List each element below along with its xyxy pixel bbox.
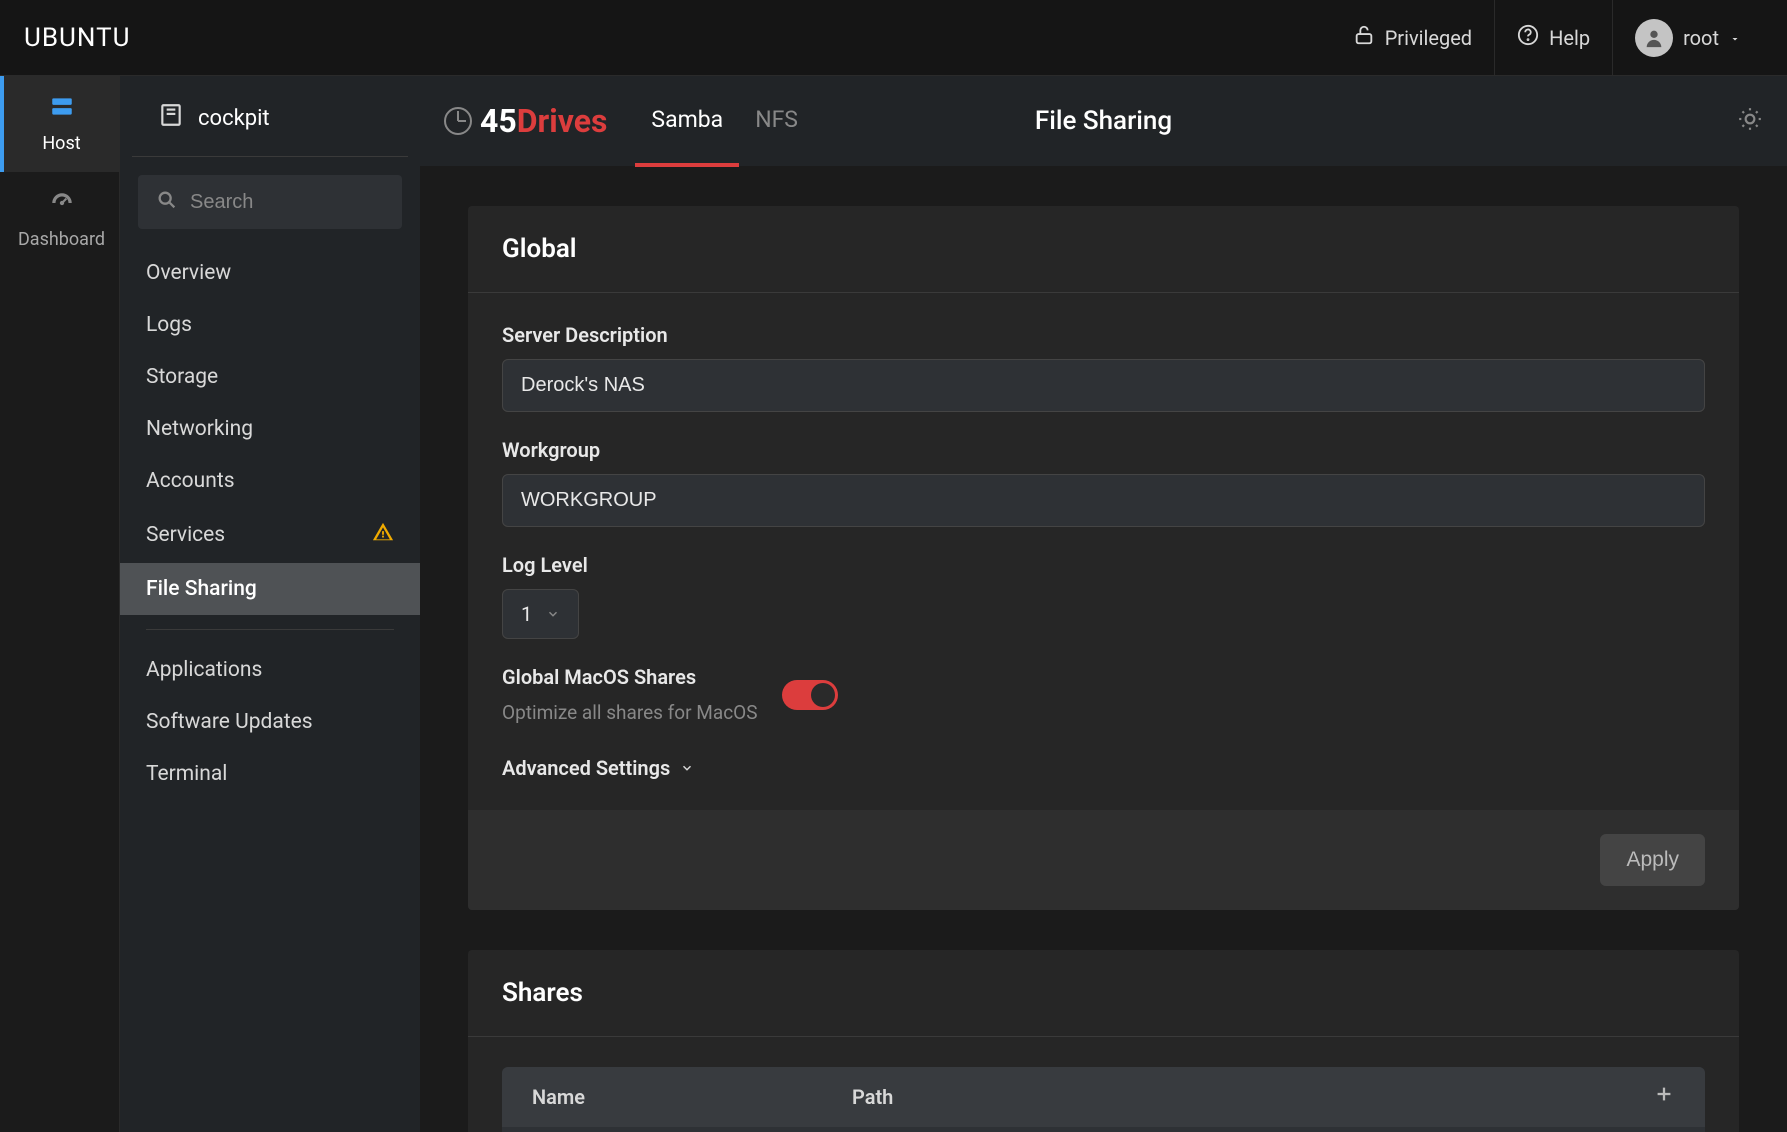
- cockpit-icon: [158, 102, 184, 134]
- macos-toggle[interactable]: [782, 680, 838, 710]
- nav-divider: [146, 629, 394, 630]
- col-path: Path: [852, 1085, 1595, 1109]
- dashboard-icon: [49, 190, 75, 221]
- privileged-toggle[interactable]: Privileged: [1331, 0, 1494, 76]
- nav-file-sharing[interactable]: File Sharing: [120, 563, 420, 615]
- topbar-right: Privileged Help root: [1331, 0, 1763, 76]
- server-description-label: Server Description: [502, 323, 1705, 347]
- hostname: UBUNTU: [24, 23, 130, 53]
- field-log-level: Log Level 1: [502, 553, 1705, 639]
- add-share-button[interactable]: [1653, 1083, 1675, 1110]
- content-header: 45Drives Samba NFS File Sharing: [420, 76, 1787, 166]
- content-area: 45Drives Samba NFS File Sharing Global S…: [420, 76, 1787, 1132]
- caret-down-icon: [1729, 26, 1741, 50]
- macos-label: Global MacOS Shares: [502, 665, 758, 689]
- nav-storage[interactable]: Storage: [120, 351, 420, 403]
- sidebar-header: cockpit: [132, 88, 408, 157]
- shares-body: Name Path derock /mnt/main/derock: [468, 1037, 1739, 1132]
- sidebar: cockpit Overview Logs Storage Networking…: [120, 76, 420, 1132]
- chevron-down-icon: [680, 756, 694, 780]
- brand-logo: 45Drives: [444, 102, 607, 140]
- shares-table-header: Name Path: [502, 1067, 1705, 1126]
- workgroup-input[interactable]: [502, 474, 1705, 527]
- unlock-icon: [1353, 24, 1375, 51]
- nav-logs[interactable]: Logs: [120, 299, 420, 351]
- global-footer: Apply: [468, 810, 1739, 910]
- page-title: File Sharing: [1035, 106, 1172, 136]
- field-workgroup: Workgroup: [502, 438, 1705, 527]
- app-label: cockpit: [198, 106, 270, 131]
- advanced-label: Advanced Settings: [502, 756, 670, 780]
- help-button[interactable]: Help: [1494, 0, 1612, 76]
- log-level-label: Log Level: [502, 553, 1705, 577]
- rail-item-dashboard[interactable]: Dashboard: [0, 172, 119, 268]
- workgroup-label: Workgroup: [502, 438, 1705, 462]
- macos-sub: Optimize all shares for MacOS: [502, 701, 758, 724]
- search-input[interactable]: [190, 191, 384, 214]
- nav-overview[interactable]: Overview: [120, 247, 420, 299]
- nav-accounts[interactable]: Accounts: [120, 455, 420, 507]
- chevron-down-icon: [546, 602, 560, 626]
- warning-icon: [372, 521, 394, 549]
- user-menu[interactable]: root: [1612, 0, 1763, 76]
- help-label: Help: [1549, 26, 1590, 50]
- nav-software-updates[interactable]: Software Updates: [120, 696, 420, 748]
- server-icon: [49, 94, 75, 125]
- nav-terminal[interactable]: Terminal: [120, 748, 420, 800]
- username: root: [1683, 26, 1719, 50]
- field-macos: Global MacOS Shares Optimize all shares …: [502, 665, 1705, 724]
- global-body: Server Description Workgroup Log Level 1: [468, 293, 1739, 810]
- nav-services[interactable]: Services: [120, 507, 420, 563]
- gauge-icon: [444, 107, 472, 135]
- left-rail: Host Dashboard: [0, 76, 120, 1132]
- rail-label: Host: [42, 133, 80, 154]
- col-name: Name: [532, 1085, 852, 1109]
- advanced-settings-toggle[interactable]: Advanced Settings: [502, 756, 694, 780]
- apply-button[interactable]: Apply: [1600, 834, 1705, 886]
- privileged-label: Privileged: [1385, 26, 1472, 50]
- search-icon: [156, 189, 178, 215]
- shares-title: Shares: [468, 950, 1739, 1037]
- sun-icon: [1737, 117, 1763, 136]
- log-level-select[interactable]: 1: [502, 589, 579, 639]
- tab-samba[interactable]: Samba: [635, 76, 739, 167]
- field-server-description: Server Description: [502, 323, 1705, 412]
- rail-label: Dashboard: [18, 229, 105, 250]
- rail-item-host[interactable]: Host: [0, 76, 119, 172]
- help-icon: [1517, 24, 1539, 51]
- top-bar: UBUNTU Privileged Help root: [0, 0, 1787, 76]
- avatar: [1635, 19, 1673, 57]
- global-panel: Global Server Description Workgroup Log …: [468, 206, 1739, 910]
- global-title: Global: [468, 206, 1739, 293]
- log-level-value: 1: [521, 602, 532, 626]
- theme-toggle[interactable]: [1737, 106, 1763, 136]
- table-row: derock /mnt/main/derock: [502, 1126, 1705, 1132]
- tab-nfs[interactable]: NFS: [739, 76, 814, 167]
- shares-table: Name Path derock /mnt/main/derock: [502, 1067, 1705, 1132]
- tabs: Samba NFS: [635, 76, 814, 167]
- search-box[interactable]: [138, 175, 402, 229]
- server-description-input[interactable]: [502, 359, 1705, 412]
- shares-panel: Shares Name Path derock /mnt/m: [468, 950, 1739, 1132]
- nav-applications[interactable]: Applications: [120, 644, 420, 696]
- nav-networking[interactable]: Networking: [120, 403, 420, 455]
